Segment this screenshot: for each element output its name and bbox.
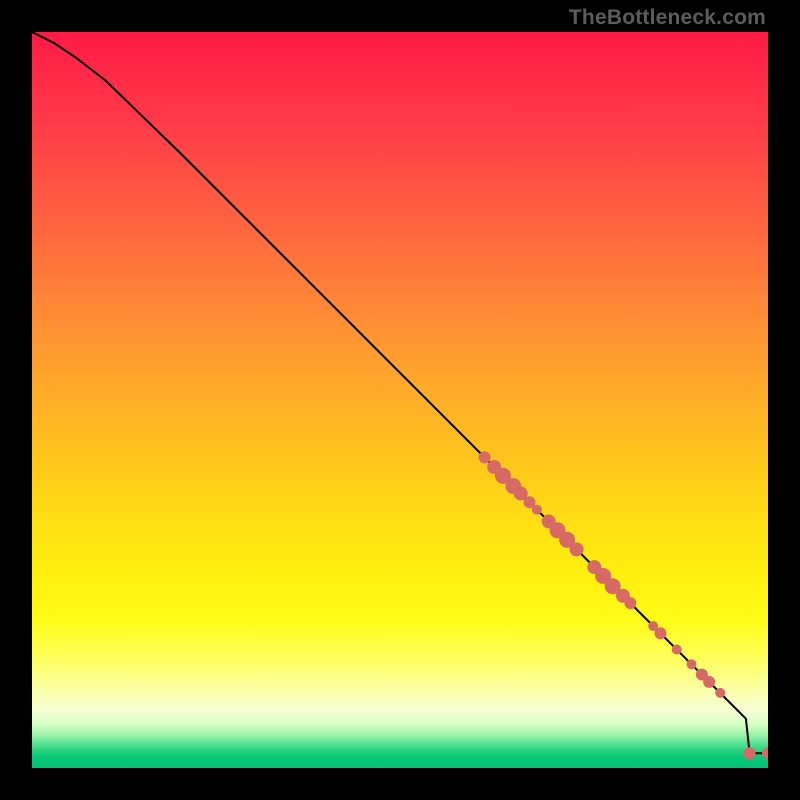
scatter-group xyxy=(479,451,768,759)
scatter-point xyxy=(744,747,756,759)
scatter-point xyxy=(703,676,715,688)
plot-area xyxy=(32,32,768,768)
scatter-point xyxy=(715,688,725,698)
scatter-point xyxy=(479,451,491,463)
scatter-point xyxy=(624,597,636,609)
scatter-point xyxy=(570,542,584,556)
watermark-text: TheBottleneck.com xyxy=(569,6,766,30)
scatter-point xyxy=(655,627,667,639)
chart-frame: TheBottleneck.com xyxy=(0,0,800,800)
bottleneck-curve xyxy=(32,32,768,753)
scatter-point xyxy=(672,645,682,655)
scatter-point xyxy=(687,659,697,669)
scatter-point xyxy=(762,747,768,759)
scatter-point xyxy=(532,505,542,515)
chart-svg xyxy=(32,32,768,768)
